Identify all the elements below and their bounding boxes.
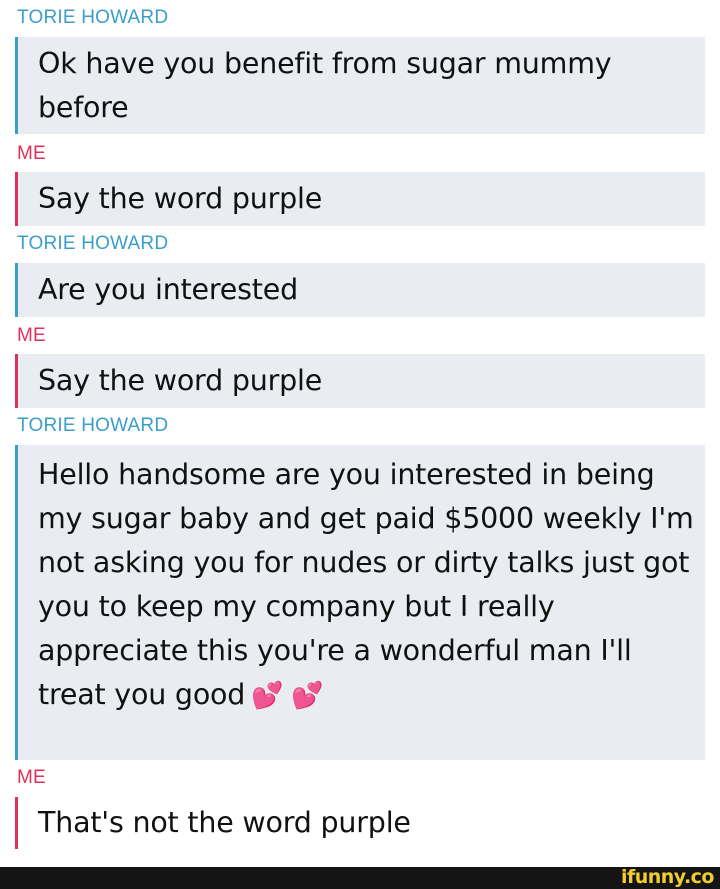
sender-label: ME bbox=[17, 767, 46, 788]
message-text: Hello handsome are you interested in bei… bbox=[38, 453, 695, 718]
message-text: Say the word purple bbox=[38, 364, 323, 397]
message-accent-bar bbox=[15, 445, 18, 760]
message-accent-bar bbox=[15, 354, 18, 408]
ifunny-logo: ifunny.co bbox=[620, 866, 715, 888]
message-accent-bar bbox=[15, 172, 18, 226]
two-hearts-icon: 💕 💕 bbox=[251, 681, 324, 711]
message-accent-bar bbox=[15, 797, 18, 849]
message-text: Say the word purple bbox=[38, 182, 323, 215]
message-bubble: Hello handsome are you interested in bei… bbox=[15, 445, 705, 760]
message-body: Hello handsome are you interested in bei… bbox=[38, 458, 694, 711]
watermark-bar: ifunny.co bbox=[0, 867, 720, 889]
sender-label: TORIE HOWARD bbox=[17, 415, 169, 436]
message-bubble: Say the word purple bbox=[15, 354, 705, 408]
message-text: Ok have you benefit from sugar mummy bef… bbox=[38, 47, 612, 124]
sender-label: ME bbox=[17, 143, 46, 164]
message-bubble: That's not the word purple bbox=[15, 797, 705, 849]
message-accent-bar bbox=[15, 263, 18, 317]
message-accent-bar bbox=[15, 37, 18, 134]
message-text: That's not the word purple bbox=[38, 806, 411, 839]
sender-label: ME bbox=[17, 325, 46, 346]
sender-label: TORIE HOWARD bbox=[17, 7, 169, 28]
message-bubble: Say the word purple bbox=[15, 172, 705, 226]
message-bubble: Ok have you benefit from sugar mummy bef… bbox=[15, 37, 705, 134]
message-bubble: Are you interested bbox=[15, 263, 705, 317]
sender-label: TORIE HOWARD bbox=[17, 233, 169, 254]
message-text: Are you interested bbox=[38, 273, 298, 306]
